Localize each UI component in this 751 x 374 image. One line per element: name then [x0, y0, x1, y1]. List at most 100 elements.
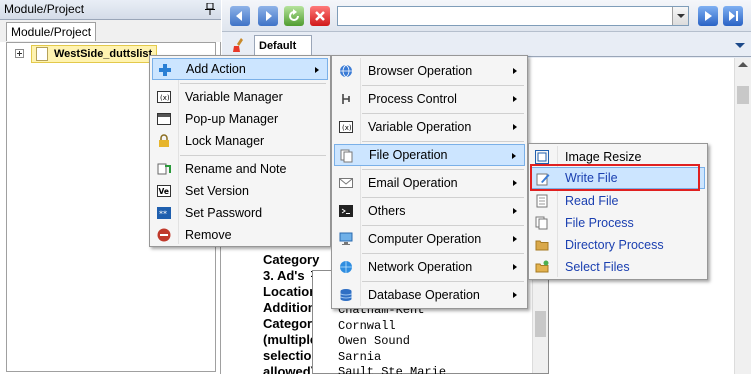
submenu-arrow-icon [513, 264, 517, 270]
forward-button[interactable] [258, 6, 278, 26]
page-tab-row: Default [222, 33, 751, 57]
file-process-icon [535, 216, 548, 230]
menu-item-email-operation[interactable]: Email Operation [334, 172, 525, 194]
list-item[interactable]: Sarnia [338, 350, 446, 366]
url-input[interactable] [337, 6, 689, 26]
menu-item-select-files[interactable]: Select Files [531, 256, 705, 278]
menu-item-computer-operation[interactable]: Computer Operation [334, 228, 525, 250]
menu-item-popup-manager[interactable]: Pop-up Manager [152, 108, 328, 130]
context-menu: Add Action (x) Variable Manager Pop-up M… [149, 55, 331, 247]
menu-item-label: Select Files [565, 260, 630, 274]
file-icon [340, 149, 353, 163]
listbox-scroll-thumb[interactable] [535, 311, 546, 337]
panel-tab-strip: Module/Project [0, 20, 221, 42]
menu-item-label: Rename and Note [185, 162, 287, 176]
menu-item-variable-operation[interactable]: (x) Variable Operation [334, 116, 525, 138]
folder-icon [535, 240, 549, 251]
page-scrollbar[interactable] [734, 58, 751, 374]
refresh-icon [289, 9, 299, 21]
listbox-scrollbar[interactable] [532, 271, 548, 373]
tree-item-project[interactable]: WestSide_duttslist [31, 45, 157, 63]
stop-button[interactable] [310, 6, 330, 26]
list-item[interactable]: Cornwall [338, 319, 446, 335]
menu-item-label: Browser Operation [368, 64, 473, 78]
submenu-arrow-icon [513, 292, 517, 298]
menu-item-lock-manager[interactable]: Lock Manager [152, 130, 328, 152]
refresh-button[interactable] [284, 6, 304, 26]
svg-text:(x): (x) [342, 124, 352, 132]
scroll-up-arrow-icon[interactable] [738, 62, 748, 67]
menu-item-set-version[interactable]: Ve Set Version [152, 180, 328, 202]
menu-item-remove[interactable]: Remove [152, 224, 328, 246]
menu-separator [362, 141, 524, 142]
menu-item-network-operation[interactable]: Network Operation [334, 256, 525, 278]
select-files-icon [535, 260, 549, 273]
highlight-annotation-box [530, 164, 700, 191]
project-file-icon [36, 47, 48, 61]
add-action-submenu: Browser Operation Process Control (x) Va… [331, 55, 528, 309]
menu-item-rename-note[interactable]: Rename and Note [152, 158, 328, 180]
submenu-arrow-icon [513, 124, 517, 130]
menu-item-file-operation[interactable]: File Operation [334, 144, 525, 166]
menu-item-set-password[interactable]: ** Set Password [152, 202, 328, 224]
read-file-icon [536, 194, 548, 208]
menu-item-file-process[interactable]: File Process [531, 212, 705, 234]
submenu-arrow-icon [513, 68, 517, 74]
plus-icon [159, 64, 171, 76]
menu-item-add-action[interactable]: Add Action [152, 58, 328, 80]
svg-text:**: ** [159, 210, 167, 219]
tree-expand-icon[interactable] [15, 49, 24, 58]
arrow-left-icon [236, 11, 242, 21]
lock-icon [159, 134, 169, 147]
browser-toolbar [222, 0, 751, 32]
submenu-arrow-icon [513, 180, 517, 186]
panel-title-text: Module/Project [4, 2, 85, 16]
next-button[interactable] [723, 6, 743, 26]
list-item[interactable]: Owen Sound [338, 334, 446, 350]
menu-separator [362, 225, 524, 226]
menu-item-label: Read File [565, 194, 619, 208]
menu-separator [362, 169, 524, 170]
menu-item-label: Set Version [185, 184, 249, 198]
menu-item-variable-manager[interactable]: (x) Variable Manager [152, 86, 328, 108]
menu-item-browser-operation[interactable]: Browser Operation [334, 60, 525, 82]
tab-list-arrow-icon[interactable] [735, 43, 745, 48]
page-scroll-thumb[interactable] [737, 86, 749, 104]
back-button[interactable] [230, 6, 250, 26]
menu-separator [362, 113, 524, 114]
window-icon [157, 113, 171, 125]
menu-item-process-control[interactable]: Process Control [334, 88, 525, 110]
listbox-items: Chatham-Kent Cornwall Owen Sound Sarnia … [338, 303, 446, 374]
menu-item-database-operation[interactable]: Database Operation [334, 284, 525, 306]
submenu-arrow-icon [513, 96, 517, 102]
database-icon [340, 289, 352, 301]
tab-default[interactable]: Default [254, 35, 312, 57]
version-icon: Ve [157, 185, 171, 197]
menu-item-read-file[interactable]: Read File [531, 190, 705, 212]
menu-item-label: Email Operation [368, 176, 458, 190]
menu-item-label: Others [368, 204, 406, 218]
menu-item-label: File Operation [369, 148, 448, 162]
broom-icon[interactable] [232, 37, 248, 53]
menu-separator [180, 83, 326, 84]
go-button[interactable] [698, 6, 718, 26]
menu-separator [180, 155, 326, 156]
process-icon [342, 94, 350, 104]
url-dropdown-button[interactable] [672, 7, 688, 25]
tab-module-project[interactable]: Module/Project [6, 22, 97, 41]
menu-item-label: Pop-up Manager [185, 112, 279, 126]
menu-item-others[interactable]: Others [334, 200, 525, 222]
email-icon [339, 178, 353, 188]
pin-icon[interactable] [205, 3, 215, 15]
play-icon [705, 11, 712, 21]
list-item[interactable]: Sault Ste Marie [338, 365, 446, 374]
menu-item-label: Variable Operation [368, 120, 472, 134]
submenu-arrow-icon [513, 236, 517, 242]
menu-separator [362, 281, 524, 282]
menu-item-directory-process[interactable]: Directory Process [531, 234, 705, 256]
menu-item-label: Variable Manager [185, 90, 283, 104]
rename-icon [157, 163, 171, 175]
menu-item-label: Remove [185, 228, 232, 242]
menu-separator [362, 253, 524, 254]
menu-item-label: Database Operation [368, 288, 480, 302]
